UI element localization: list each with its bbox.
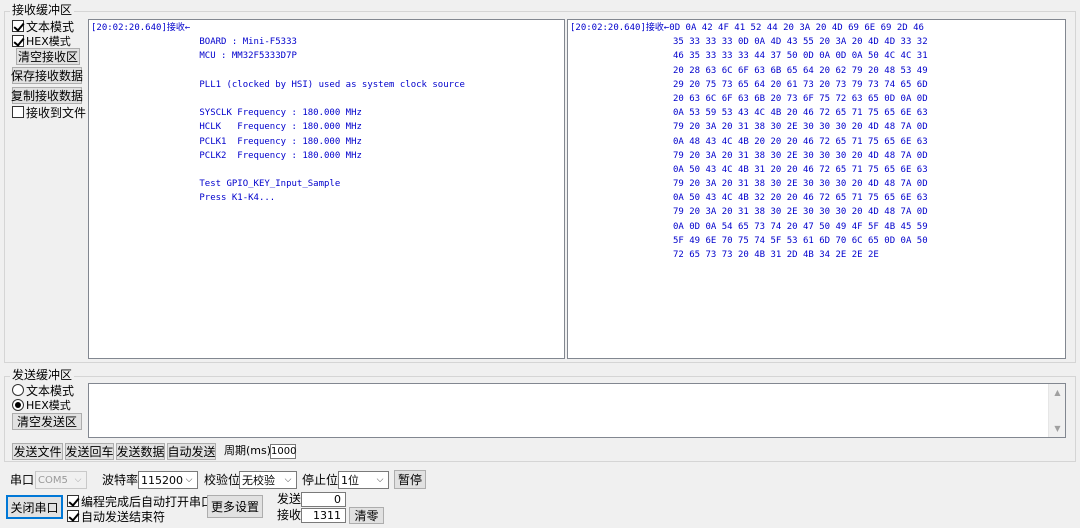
receive-hex-line: 79 20 3A 20 31 38 30 2E 30 30 30 20 4D 4… <box>570 122 928 133</box>
receive-text-content: [20:02:20.640]接收← BOARD : Mini-F5333 MCU… <box>91 21 562 205</box>
scroll-down-icon[interactable]: ▼ <box>1049 420 1066 437</box>
receive-text-line: BOARD : Mini-F5333 <box>91 37 297 48</box>
send-input-scrollbar[interactable]: ▲ ▼ <box>1048 384 1065 437</box>
pause-button[interactable]: 暂停 <box>394 470 426 489</box>
baud-select[interactable]: 115200 ⌵ <box>138 471 198 489</box>
chevron-down-icon: ⌵ <box>74 475 82 485</box>
recv-count-label: 接收 <box>277 508 302 522</box>
receive-hex-pane[interactable]: [20:02:20.640]接收←0D 0A 42 4F 41 52 44 20… <box>567 19 1066 359</box>
send-text-mode-radio[interactable]: 文本模式 <box>12 383 75 398</box>
radio-checked-icon <box>12 399 24 411</box>
receive-to-file-label: 接收到文件 <box>26 105 87 120</box>
parity-label: 校验位 <box>204 473 241 487</box>
port-label: 串口 <box>10 473 35 487</box>
send-file-button[interactable]: 发送文件 <box>12 443 63 460</box>
receive-hex-content: [20:02:20.640]接收←0D 0A 42 4F 41 52 44 20… <box>570 21 1063 262</box>
port-select[interactable]: COM5 ⌵ <box>35 471 87 489</box>
period-input[interactable]: 1000 <box>270 444 296 459</box>
stop-bits-select[interactable]: 1位 ⌵ <box>338 471 389 489</box>
auto-open-port-checkbox[interactable]: 编程完成后自动打开串口 <box>67 494 213 509</box>
send-hex-mode-radio[interactable]: HEX模式 <box>12 398 71 412</box>
receive-hex-line: 0A 53 59 53 43 4C 4B 20 46 72 65 71 75 6… <box>570 108 928 119</box>
receive-hex-line: 20 28 63 6C 6F 63 6B 65 64 20 62 79 20 4… <box>570 65 928 76</box>
copy-receive-data-button[interactable]: 复制接收数据 <box>11 87 83 104</box>
receive-hex-line: 0A 0D 0A 54 65 73 74 20 47 50 49 4F 5F 4… <box>570 221 928 232</box>
recv-count-value: 1311 <box>301 508 346 523</box>
receive-text-line: Press K1-K4... <box>91 193 276 204</box>
receive-text-line <box>91 92 562 106</box>
receive-text-line: MCU : MM32F5333D7P <box>91 51 297 62</box>
checkbox-checked-icon <box>67 495 79 507</box>
receive-hex-line: 5F 49 6E 70 75 74 5F 53 61 6D 70 6C 65 0… <box>570 235 928 246</box>
receive-hex-line: 79 20 3A 20 31 38 30 2E 30 30 30 20 4D 4… <box>570 150 928 161</box>
receive-hex-line: 35 33 33 33 0D 0A 4D 43 55 20 3A 20 4D 4… <box>570 37 928 48</box>
receive-text-line: PCLK1 Frequency : 180.000 MHz <box>91 136 362 147</box>
receive-hex-line: 29 20 75 73 65 64 20 61 73 20 73 79 73 7… <box>570 79 928 90</box>
chevron-down-icon: ⌵ <box>376 475 384 485</box>
send-hex-mode-label: HEX模式 <box>26 399 71 412</box>
stop-bits-label: 停止位 <box>302 473 339 487</box>
radio-unchecked-icon <box>12 384 24 396</box>
parity-select-value: 无校验 <box>242 474 275 487</box>
auto-send-end-checkbox[interactable]: 自动发送结束符 <box>67 509 166 524</box>
stop-bits-select-value: 1位 <box>341 474 359 487</box>
send-enter-button[interactable]: 发送回车 <box>65 443 114 460</box>
auto-send-button[interactable]: 自动发送 <box>167 443 216 460</box>
parity-select[interactable]: 无校验 ⌵ <box>239 471 297 489</box>
receive-text-mode-label: 文本模式 <box>26 19 75 34</box>
receive-hex-line: 20 63 6C 6F 63 6B 20 73 6F 75 72 63 65 0… <box>570 93 928 104</box>
save-receive-data-button[interactable]: 保存接收数据 <box>11 67 83 84</box>
send-data-button[interactable]: 发送数据 <box>116 443 165 460</box>
chevron-down-icon: ⌵ <box>284 475 292 485</box>
receive-hex-line: 0A 48 43 4C 4B 20 20 20 46 72 65 71 75 6… <box>570 136 928 147</box>
receive-hex-line: 0A 50 43 4C 4B 32 20 20 46 72 65 71 75 6… <box>570 193 928 204</box>
baud-select-value: 115200 <box>141 473 183 487</box>
port-select-value: COM5 <box>38 474 68 486</box>
receive-text-line: PLL1 (clocked by HSI) used as system clo… <box>91 79 465 90</box>
receive-text-pane[interactable]: [20:02:20.640]接收← BOARD : Mini-F5333 MCU… <box>88 19 565 359</box>
close-port-button[interactable]: 关闭串口 <box>6 495 63 519</box>
send-input[interactable]: ▲ ▼ <box>88 383 1066 438</box>
receive-buffer-title: 接收缓冲区 <box>10 3 75 17</box>
receive-text-line: HCLK Frequency : 180.000 MHz <box>91 122 362 133</box>
receive-hex-line: 46 35 33 33 33 44 37 50 0D 0A 0D 0A 50 4… <box>570 51 928 62</box>
receive-hex-line: 0A 50 43 4C 4B 31 20 20 46 72 65 71 75 6… <box>570 164 928 175</box>
receive-hex-line: 79 20 3A 20 31 38 30 2E 30 30 30 20 4D 4… <box>570 179 928 190</box>
sent-count-value: 0 <box>301 492 346 507</box>
baud-label: 波特率 <box>102 473 139 487</box>
clear-receive-button[interactable]: 清空接收区 <box>16 48 80 65</box>
receive-text-line: [20:02:20.640]接收← <box>91 23 191 33</box>
receive-hex-mode-label: HEX模式 <box>26 35 71 48</box>
clear-send-button[interactable]: 清空发送区 <box>12 413 82 430</box>
auto-send-end-label: 自动发送结束符 <box>81 509 166 524</box>
more-settings-button[interactable]: 更多设置 <box>207 495 263 518</box>
period-label: 周期(ms) <box>224 444 272 457</box>
chevron-down-icon: ⌵ <box>185 475 193 485</box>
checkbox-unchecked-icon <box>12 106 24 118</box>
send-buffer-title: 发送缓冲区 <box>10 368 75 382</box>
checkbox-checked-icon <box>12 35 24 47</box>
receive-text-line <box>91 64 562 78</box>
checkbox-checked-icon <box>12 20 24 32</box>
receive-hex-line: 72 65 73 73 20 4B 31 2D 4B 34 2E 2E 2E <box>570 250 879 260</box>
receive-hex-line: [20:02:20.640]接收←0D 0A 42 4F 41 52 44 20… <box>570 23 924 33</box>
receive-text-line: Test GPIO_KEY_Input_Sample <box>91 179 341 190</box>
receive-text-line: SYSCLK Frequency : 180.000 MHz <box>91 108 362 119</box>
send-text-mode-label: 文本模式 <box>26 383 75 398</box>
receive-to-file-checkbox[interactable]: 接收到文件 <box>12 105 87 120</box>
receive-text-line: PCLK2 Frequency : 180.000 MHz <box>91 150 362 161</box>
clear-counts-button[interactable]: 清零 <box>349 507 384 524</box>
sent-count-label: 发送 <box>277 492 302 506</box>
scroll-up-icon[interactable]: ▲ <box>1049 384 1066 401</box>
receive-text-mode-checkbox[interactable]: 文本模式 <box>12 19 75 34</box>
receive-text-line <box>91 163 562 177</box>
checkbox-checked-icon <box>67 510 79 522</box>
receive-hex-line: 79 20 3A 20 31 38 30 2E 30 30 30 20 4D 4… <box>570 207 928 218</box>
receive-hex-mode-checkbox[interactable]: HEX模式 <box>12 34 71 48</box>
